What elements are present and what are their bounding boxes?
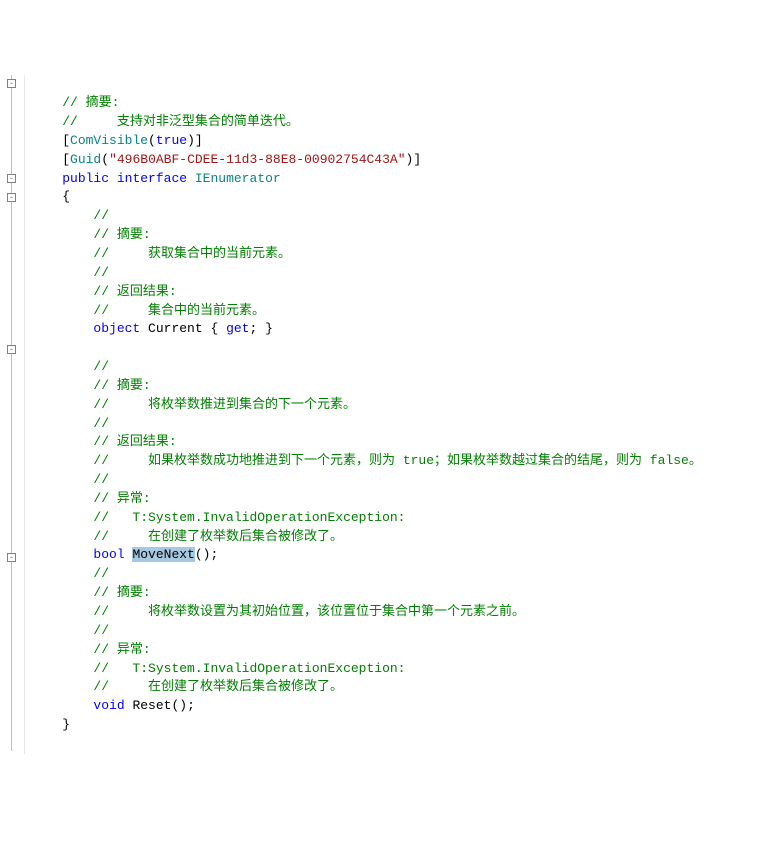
comment: // 摘要: [93,227,150,242]
code-line: [ComVisible(true)] [31,133,203,148]
code-line: [Guid("496B0ABF-CDEE-11d3-88E8-00902754C… [31,152,421,167]
comment: // 将枚举数设置为其初始位置，该位置位于集合中第一个元素之前。 [93,604,525,619]
type-name: IEnumerator [195,171,281,186]
code-line: // 返回结果: [31,284,177,299]
code-line: // T:System.InvalidOperationException: [31,510,405,525]
comment: // 异常: [93,642,150,657]
code-line: // 集合中的当前元素。 [31,303,265,318]
keyword: true [156,133,187,148]
code-line: // 摘要: [31,95,119,110]
comment: // 将枚举数推进到集合的下一个元素。 [93,397,356,412]
code-line: // [31,359,109,374]
member: Reset [132,698,171,713]
comment: // 集合中的当前元素。 [93,303,265,318]
comment: // 在创建了枚举数后集合被修改了。 [93,529,343,544]
fold-toggle-icon[interactable]: - [7,193,16,202]
comment: // 异常: [93,491,150,506]
code-line: // [31,566,109,581]
code-line: // 返回结果: [31,434,177,449]
comment: // 在创建了枚举数后集合被修改了。 [93,679,343,694]
code-line: // 在创建了枚举数后集合被修改了。 [31,679,343,694]
code-line: // 如果枚举数成功地推进到下一个元素，则为 true；如果枚举数越过集合的结尾… [31,453,702,468]
code-line: // 支持对非泛型集合的简单迭代。 [31,114,299,129]
code-line: // 摘要: [31,378,151,393]
code-line: // 将枚举数设置为其初始位置，该位置位于集合中第一个元素之前。 [31,604,525,619]
keyword: public [62,171,109,186]
keyword: interface [117,171,187,186]
fold-toggle-icon[interactable]: - [7,345,16,354]
code-line: // 异常: [31,491,151,506]
fold-toggle-icon[interactable]: - [7,79,16,88]
comment: // [93,566,109,581]
keyword: object [93,321,140,336]
comment: // [93,359,109,374]
code-line: object Current { get; } [31,321,273,336]
code-area[interactable]: // 摘要: // 支持对非泛型集合的简单迭代。 [ComVisible(tru… [25,75,702,753]
comment: // [93,208,109,223]
code-line: // 异常: [31,642,151,657]
code-line: public interface IEnumerator [31,171,281,186]
code-line: // [31,623,109,638]
comment: // 摘要: [93,585,150,600]
fold-toggle-icon[interactable]: - [7,553,16,562]
attribute: ComVisible [70,133,148,148]
code-line: // T:System.InvalidOperationException: [31,661,405,676]
comment: // 获取集合中的当前元素。 [93,246,291,261]
code-line: // 摘要: [31,585,151,600]
comment: // 返回结果: [93,434,176,449]
code-line: // [31,472,109,487]
comment: // T:System.InvalidOperationException: [93,661,405,676]
code-line: bool MoveNext(); [31,547,218,562]
code-line: // [31,265,109,280]
comment: // 如果枚举数成功地推进到下一个元素，则为 true；如果枚举数越过集合的结尾… [93,453,701,468]
comment: // 支持对非泛型集合的简单迭代。 [62,114,299,129]
comment: // 摘要: [93,378,150,393]
selected-text: MoveNext [132,547,194,562]
code-line: void Reset(); [31,698,195,713]
keyword: get [226,321,249,336]
code-line: // 将枚举数推进到集合的下一个元素。 [31,397,356,412]
comment: // [93,472,109,487]
comment: // [93,623,109,638]
member: Current [148,321,203,336]
string-literal: "496B0ABF-CDEE-11d3-88E8-00902754C43A" [109,152,405,167]
keyword: void [93,698,124,713]
code-line: // 获取集合中的当前元素。 [31,246,291,261]
code-line: { [31,189,70,204]
code-line: } [31,717,70,732]
fold-gutter: - - - - - [0,75,25,753]
brace: { [62,189,70,204]
fold-toggle-icon[interactable]: - [7,174,16,183]
comment: // T:System.InvalidOperationException: [93,510,405,525]
comment: // [93,416,109,431]
comment: // [93,265,109,280]
code-line: // [31,416,109,431]
code-line: // 在创建了枚举数后集合被修改了。 [31,529,343,544]
comment: // 返回结果: [93,284,176,299]
code-line: // 摘要: [31,227,151,242]
keyword: bool [93,547,124,562]
code-editor: - - - - - // 摘要: // 支持对非泛型集合的简单迭代。 [ComV… [0,75,781,753]
comment: // 摘要: [62,95,119,110]
code-line: // [31,208,109,223]
brace: } [62,717,70,732]
attribute: Guid [70,152,101,167]
